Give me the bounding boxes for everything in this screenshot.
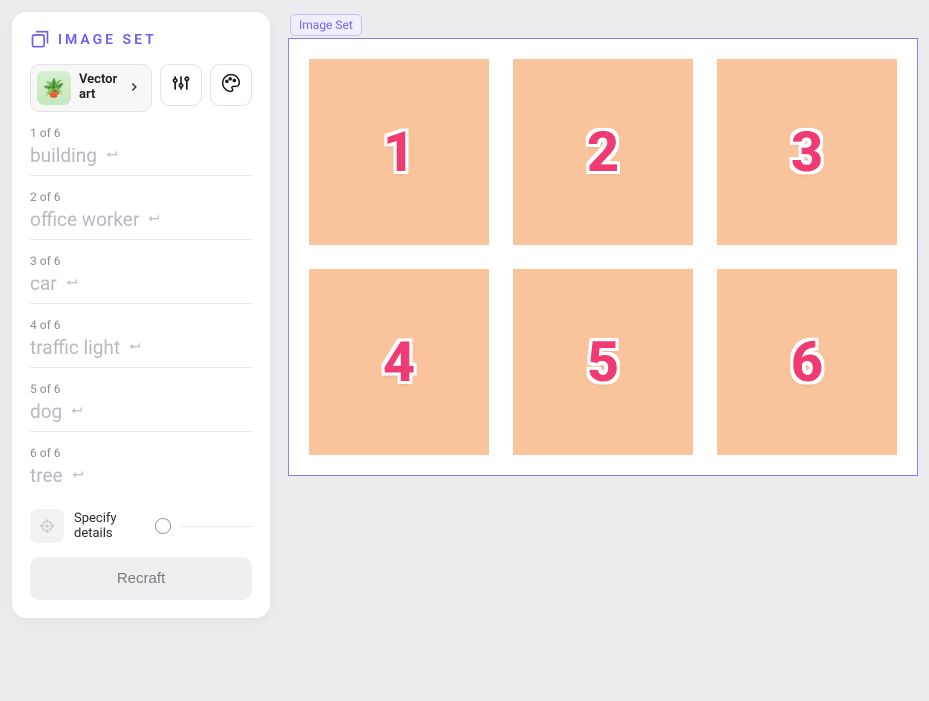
panel-title: IMAGE SET: [58, 32, 157, 48]
tile-number: 3: [791, 119, 823, 185]
tile-number: 5: [587, 329, 619, 395]
style-selector[interactable]: 🪴 Vector art: [30, 64, 152, 112]
plant-icon: 🪴: [37, 71, 71, 105]
tile-number: 1: [383, 119, 415, 185]
prompt-text: dog: [30, 400, 62, 423]
return-icon: [145, 210, 161, 230]
specify-details-row[interactable]: Specify details: [30, 509, 252, 543]
recraft-button[interactable]: Recraft: [30, 557, 252, 600]
canvas-tag[interactable]: Image Set: [290, 14, 362, 36]
details-radio[interactable]: [155, 518, 171, 534]
tile-number: 6: [791, 329, 823, 395]
prompt-item[interactable]: 1 of 6 building: [30, 126, 252, 176]
image-tile[interactable]: 4: [309, 269, 489, 455]
prompt-index: 2 of 6: [30, 190, 252, 204]
tile-number: 4: [383, 329, 415, 395]
prompt-item[interactable]: 3 of 6 car: [30, 254, 252, 304]
palette-button[interactable]: [210, 64, 252, 106]
image-tile[interactable]: 2: [513, 59, 693, 245]
style-label: Vector art: [79, 73, 119, 103]
image-tile[interactable]: 3: [717, 59, 897, 245]
prompt-index: 4 of 6: [30, 318, 252, 332]
prompt-text: building: [30, 144, 97, 167]
image-tile[interactable]: 5: [513, 269, 693, 455]
image-tile[interactable]: 1: [309, 59, 489, 245]
divider: [181, 526, 252, 527]
return-icon: [68, 402, 84, 422]
panel-header: IMAGE SET: [30, 30, 252, 50]
chevron-right-icon: [127, 79, 141, 98]
prompt-index: 1 of 6: [30, 126, 252, 140]
return-icon: [103, 146, 119, 166]
tile-number: 2: [587, 119, 619, 185]
prompt-item[interactable]: 2 of 6 office worker: [30, 190, 252, 240]
sidebar-panel: IMAGE SET 🪴 Vector art: [12, 12, 270, 618]
image-tile[interactable]: 6: [717, 269, 897, 455]
image-grid: 1 2 3 4 5 6: [309, 59, 897, 455]
prompt-index: 5 of 6: [30, 382, 252, 396]
image-set-canvas[interactable]: 1 2 3 4 5 6: [288, 38, 918, 476]
details-label: Specify details: [74, 511, 145, 541]
prompt-index: 6 of 6: [30, 446, 252, 460]
return-icon: [63, 274, 79, 294]
details-thumb-icon: [30, 509, 64, 543]
prompt-item[interactable]: 4 of 6 traffic light: [30, 318, 252, 368]
return-icon: [126, 338, 142, 358]
image-set-icon: [30, 30, 50, 50]
style-row: 🪴 Vector art: [30, 64, 252, 112]
prompt-text: car: [30, 272, 57, 295]
return-icon: [69, 466, 85, 486]
sliders-icon: [171, 73, 191, 97]
palette-icon: [221, 73, 241, 97]
prompt-item[interactable]: 5 of 6 dog: [30, 382, 252, 432]
prompt-text: office worker: [30, 208, 139, 231]
prompt-item[interactable]: 6 of 6 tree: [30, 446, 252, 495]
settings-button[interactable]: [160, 64, 202, 106]
prompt-text: traffic light: [30, 336, 120, 359]
prompt-text: tree: [30, 464, 63, 487]
prompt-index: 3 of 6: [30, 254, 252, 268]
